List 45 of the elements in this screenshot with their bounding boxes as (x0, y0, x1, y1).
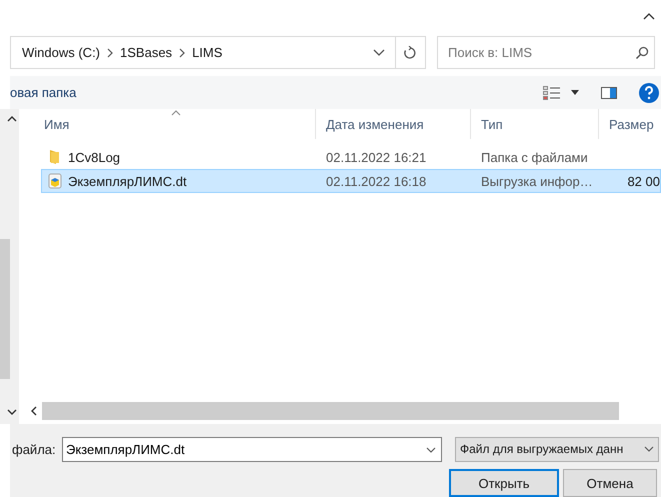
column-header[interactable]: Имя (19, 109, 316, 140)
scroll-up-icon[interactable] (7, 116, 17, 122)
modified-date: 02.11.2022 16:21 (326, 150, 426, 165)
column-header[interactable]: Тип (471, 109, 599, 140)
caret-down-icon[interactable] (571, 90, 579, 96)
column-header[interactable]: Размер (599, 109, 661, 140)
scroll-thumb[interactable] (0, 239, 10, 380)
chevron-right-icon (107, 48, 114, 58)
file-name-label: файла: (11, 442, 57, 456)
file-row[interactable]: ЭкземплярЛИМС.dt 02.11.2022 16:18 Выгрузка инфор… 82 00 (41, 169, 661, 194)
file-type: Папка с файлами (481, 150, 588, 165)
sort-caret-icon (171, 110, 181, 116)
search-icon (635, 46, 649, 60)
dropdown-chevron-icon (644, 446, 654, 452)
file-name: 1Cv8Log (68, 150, 120, 165)
vertical-scrollbar[interactable] (0, 109, 19, 424)
breadcrumb-item[interactable]: Windows (C:) (15, 45, 108, 60)
file-type: Выгрузка инфор… (481, 174, 593, 189)
chevron-right-icon (179, 48, 186, 58)
file-row[interactable]: 1Cv8Log 02.11.2022 16:21 Папка с файлами (41, 145, 661, 170)
dropdown-chevron-icon[interactable] (426, 446, 436, 452)
help-icon[interactable] (639, 82, 659, 103)
view-list-icon[interactable] (543, 86, 561, 100)
file-type-dropdown[interactable]: Файл для выгружаемых данн (455, 436, 659, 462)
modified-date: 02.11.2022 16:18 (326, 174, 426, 189)
column-header[interactable]: Дата изменения (316, 109, 471, 140)
cancel-button[interactable]: Отмена (563, 469, 657, 497)
breadcrumb-item[interactable]: LIMS (185, 45, 230, 60)
preview-pane-icon[interactable] (601, 86, 617, 99)
folder-icon (48, 149, 62, 166)
scroll-left-icon[interactable] (31, 406, 37, 416)
file-size: 82 00 (627, 174, 660, 189)
breadcrumb-item[interactable]: 1SBases (113, 45, 180, 60)
refresh-button[interactable] (396, 36, 426, 70)
file-name-field[interactable]: ЭкземплярЛИМС.dt (62, 436, 442, 462)
file-icon (48, 173, 62, 190)
file-name: ЭкземплярЛИМС.dt (68, 174, 187, 189)
scroll-down-icon[interactable] (7, 409, 17, 416)
refresh-icon (403, 46, 418, 60)
search-field[interactable]: Поиск в: LIMS (437, 36, 655, 70)
open-button[interactable]: Открыть (449, 469, 559, 497)
collapse-caret-icon[interactable] (643, 12, 655, 20)
dropdown-chevron-icon[interactable] (372, 48, 385, 57)
new-folder-button[interactable]: овая папка (10, 85, 76, 100)
address-bar[interactable]: Windows (C:) 1SBases LIMS (10, 36, 396, 70)
